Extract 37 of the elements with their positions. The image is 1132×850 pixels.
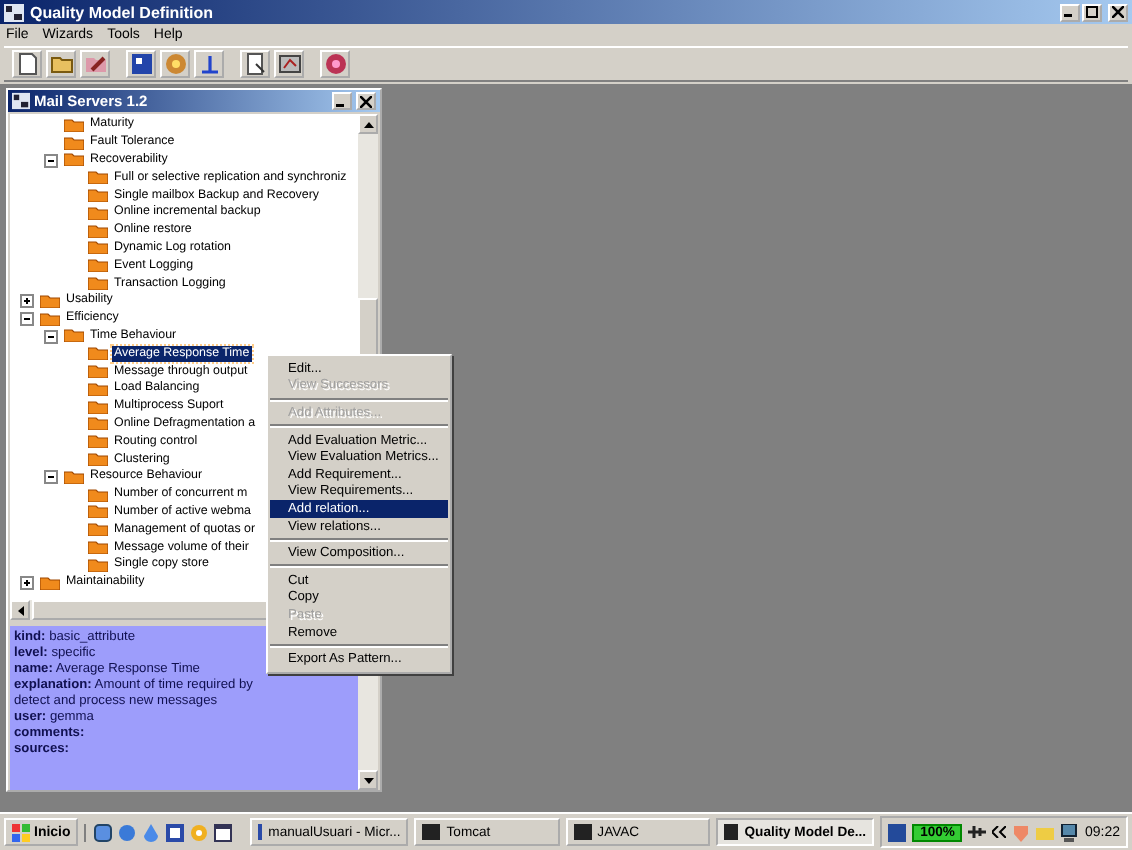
document-icon[interactable] xyxy=(166,823,185,841)
window-title: Quality Model Definition xyxy=(30,3,214,21)
collapse-icon[interactable] xyxy=(44,153,58,168)
collapse-icon[interactable] xyxy=(44,329,58,344)
expand-icon[interactable] xyxy=(20,575,34,590)
chevron-icon[interactable] xyxy=(992,826,1007,838)
minimize-button[interactable] xyxy=(332,92,352,110)
minimize-button[interactable] xyxy=(1060,3,1080,21)
maximize-icon xyxy=(1086,6,1098,18)
down-arrow-icon xyxy=(363,777,373,783)
desktop-icon[interactable] xyxy=(94,823,113,841)
collapse-icon[interactable] xyxy=(44,469,58,484)
expand-icon[interactable] xyxy=(20,293,34,308)
close-button[interactable] xyxy=(1108,3,1128,21)
gem-icon[interactable] xyxy=(320,50,350,78)
close-button[interactable] xyxy=(356,92,376,110)
close-icon xyxy=(360,95,372,107)
close-icon xyxy=(1112,6,1124,18)
left-arrow-icon xyxy=(17,605,23,615)
scroll-left-button[interactable] xyxy=(10,600,30,620)
maximize-button[interactable] xyxy=(1082,3,1102,21)
anchor-icon[interactable] xyxy=(194,50,224,78)
note-icon[interactable] xyxy=(240,50,270,78)
page-icon[interactable] xyxy=(12,50,42,78)
app-icon xyxy=(4,3,24,21)
squares-icon[interactable] xyxy=(126,50,156,78)
flag-icon xyxy=(12,823,30,841)
plug-icon[interactable] xyxy=(968,824,987,840)
collapse-icon[interactable] xyxy=(20,311,34,326)
up-arrow-icon xyxy=(363,121,373,127)
scroll-down-button[interactable] xyxy=(358,770,378,790)
pencil-icon[interactable] xyxy=(80,50,110,78)
app-icon xyxy=(12,92,30,110)
computer-icon[interactable] xyxy=(1060,823,1079,841)
chart-icon[interactable] xyxy=(274,50,304,78)
scroll-up-button[interactable] xyxy=(358,114,378,134)
globe-icon[interactable] xyxy=(118,823,137,841)
